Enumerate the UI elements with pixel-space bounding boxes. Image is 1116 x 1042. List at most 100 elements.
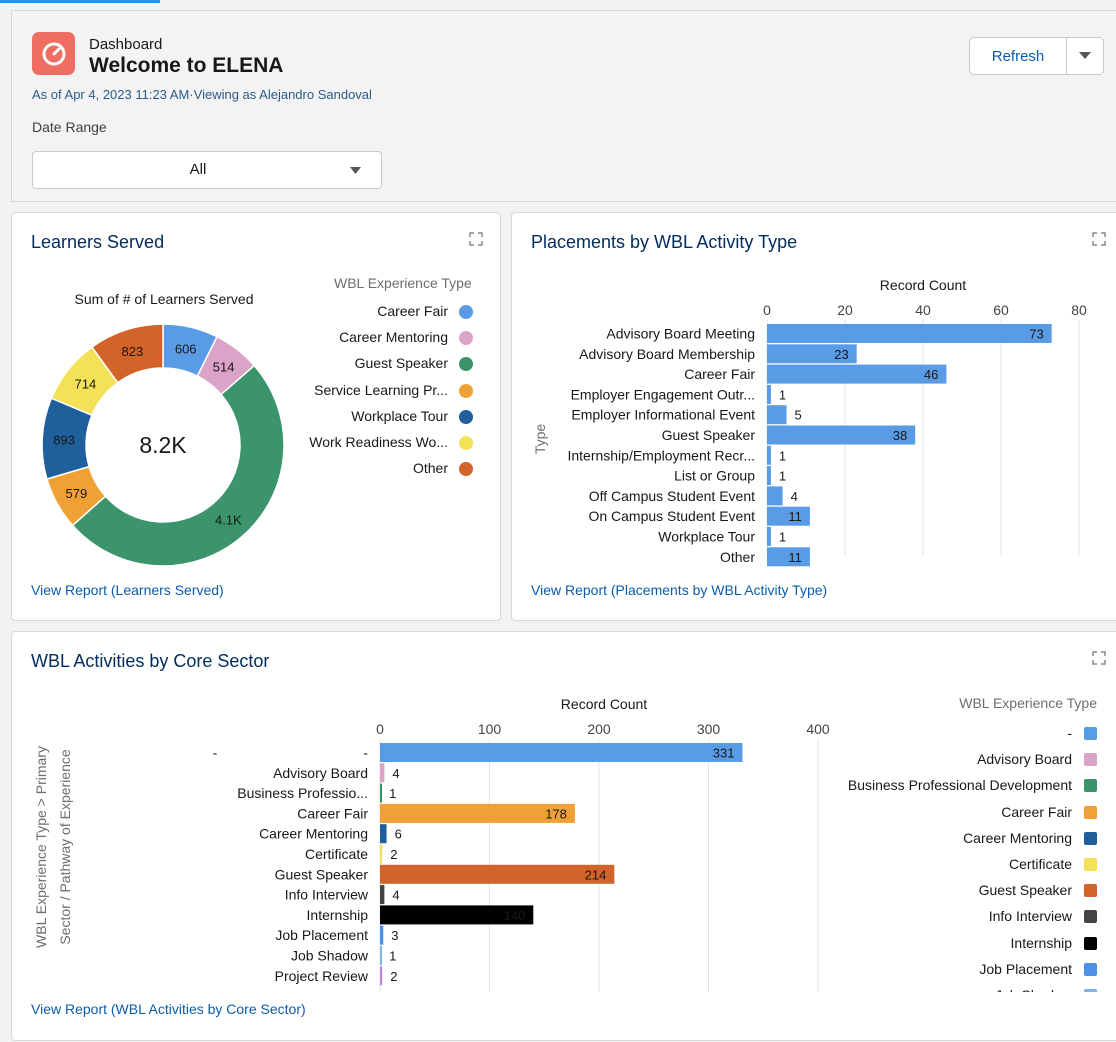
- legend-item-label[interactable]: Job Shadow: [995, 987, 1072, 992]
- x-tick-label: 300: [697, 721, 721, 737]
- slice-value-label: 714: [75, 377, 97, 392]
- bar-value-label: 178: [545, 806, 567, 821]
- group-label: -: [213, 745, 218, 761]
- sector-legend-viewport[interactable]: WBL Experience Type - Advisory Board Busin…: [842, 687, 1102, 992]
- category-label: Business Professio...: [237, 785, 368, 801]
- placements-card: Placements by WBL Activity Type Record C…: [511, 212, 1116, 621]
- bar[interactable]: [767, 445, 771, 465]
- chart-title: Sum of # of Learners Served: [75, 291, 254, 307]
- legend-color-swatch: [1084, 831, 1097, 845]
- legend-item-label[interactable]: Service Learning Pr...: [314, 382, 448, 398]
- bar-value-label: 46: [924, 367, 938, 382]
- category-label: Job Shadow: [291, 948, 369, 964]
- legend-item-label[interactable]: Workplace Tour: [351, 408, 448, 424]
- page-subtitle: As of Apr 4, 2023 11:23 AM·Viewing as Al…: [32, 87, 372, 102]
- refresh-menu-button[interactable]: [1067, 37, 1104, 75]
- category-label: Career Fair: [297, 805, 368, 821]
- legend-item-label[interactable]: Info Interview: [989, 908, 1072, 924]
- sector-chart-viewport[interactable]: Record Count 0 100 200 300 400 - - 331 Advisory B…: [12, 687, 842, 992]
- slice-value-label: 893: [53, 432, 75, 447]
- legend-item-label[interactable]: Guest Speaker: [979, 882, 1072, 898]
- date-range-label: Date Range: [32, 119, 107, 135]
- card-title: Placements by WBL Activity Type: [531, 232, 798, 252]
- bar[interactable]: [767, 364, 947, 384]
- bar[interactable]: [380, 864, 615, 884]
- legend-item-label[interactable]: Career Fair: [377, 303, 448, 319]
- bar[interactable]: [380, 946, 382, 965]
- category-label: Other: [720, 549, 755, 565]
- category-label: Guest Speaker: [662, 427, 756, 443]
- bar[interactable]: [380, 925, 384, 945]
- page-eyebrow: Dashboard: [89, 36, 163, 53]
- legend-item-label[interactable]: Work Readiness Wo...: [309, 434, 448, 450]
- x-axis-title: Record Count: [561, 696, 647, 712]
- x-tick-label: 0: [763, 302, 771, 318]
- legend-item-label[interactable]: Career Mentoring: [339, 329, 448, 345]
- bar[interactable]: [767, 384, 771, 404]
- slice-value-label: 514: [213, 360, 235, 375]
- bar[interactable]: [380, 824, 387, 844]
- legend-item-label[interactable]: Other: [413, 460, 448, 476]
- bar[interactable]: [767, 405, 787, 425]
- expand-icon[interactable]: [469, 232, 483, 246]
- category-label: Career Mentoring: [259, 826, 368, 842]
- x-tick-label: 0: [376, 721, 384, 737]
- bar-value-label: 23: [834, 347, 848, 362]
- legend-item-label[interactable]: Internship: [1011, 935, 1072, 951]
- legend-color-dot: [459, 357, 473, 372]
- legend-item-label[interactable]: Certificate: [1009, 856, 1072, 872]
- active-tab-indicator: [0, 0, 160, 3]
- view-report-link[interactable]: View Report (Learners Served): [31, 582, 224, 598]
- category-label: Job Placement: [275, 927, 368, 943]
- view-report-link[interactable]: View Report (WBL Activities by Core Sect…: [31, 1001, 306, 1017]
- bar[interactable]: [380, 966, 383, 986]
- bar[interactable]: [380, 783, 382, 803]
- legend-item-label[interactable]: -: [1067, 725, 1072, 741]
- legend-item-label[interactable]: Guest Speaker: [355, 355, 448, 371]
- bar[interactable]: [380, 763, 385, 783]
- bar[interactable]: [380, 743, 743, 762]
- legend-color-swatch: [1084, 727, 1097, 740]
- bar-value-label: 3: [391, 928, 398, 943]
- bar[interactable]: [767, 486, 783, 506]
- legend-item-label[interactable]: Business Professional Development: [848, 777, 1072, 793]
- legend-color-dot: [459, 383, 473, 398]
- expand-icon[interactable]: [1092, 651, 1106, 665]
- x-tick-label: 40: [915, 302, 931, 318]
- slice-value-label: 823: [122, 344, 144, 359]
- category-label: Info Interview: [285, 887, 369, 903]
- dashboard-header: Dashboard Welcome to ELENA As of Apr 4, …: [11, 10, 1116, 202]
- category-label: List or Group: [674, 468, 755, 484]
- bar[interactable]: [767, 527, 771, 546]
- refresh-button[interactable]: Refresh: [969, 37, 1067, 75]
- legend-item-label[interactable]: Job Placement: [979, 961, 1072, 977]
- legend-item-label[interactable]: Career Mentoring: [963, 830, 1072, 846]
- legend-color-swatch: [1084, 936, 1097, 950]
- category-label: Guest Speaker: [275, 866, 369, 882]
- expand-icon[interactable]: [1092, 232, 1106, 246]
- legend-item-label[interactable]: Advisory Board: [977, 751, 1072, 767]
- view-report-link[interactable]: View Report (Placements by WBL Activity …: [531, 582, 827, 598]
- chevron-down-icon: [350, 167, 361, 174]
- refresh-button-group: Refresh: [969, 37, 1104, 75]
- bar[interactable]: [767, 466, 771, 486]
- legend-color-swatch: [1084, 858, 1097, 871]
- date-range-select[interactable]: All: [32, 151, 382, 189]
- slice-value-label: 579: [66, 486, 88, 501]
- legend-title: WBL Experience Type: [334, 275, 472, 291]
- y-axis-title: Type: [532, 424, 548, 455]
- x-tick-label: 100: [478, 721, 502, 737]
- bar-value-label: 73: [1029, 327, 1043, 342]
- bar[interactable]: [767, 324, 1052, 343]
- dashboard-icon: [32, 32, 75, 75]
- bar-value-label: 1: [779, 387, 786, 402]
- legend-color-swatch: [1084, 884, 1097, 898]
- bar[interactable]: [380, 885, 385, 905]
- legend-item-label[interactable]: Career Fair: [1001, 804, 1072, 820]
- bar-value-label: 1: [779, 530, 786, 545]
- bar[interactable]: [380, 844, 383, 864]
- x-tick-label: 400: [806, 721, 830, 737]
- x-tick-label: 60: [993, 302, 1009, 318]
- bar-value-label: 1: [779, 469, 786, 484]
- bar-value-label: 2: [390, 969, 397, 984]
